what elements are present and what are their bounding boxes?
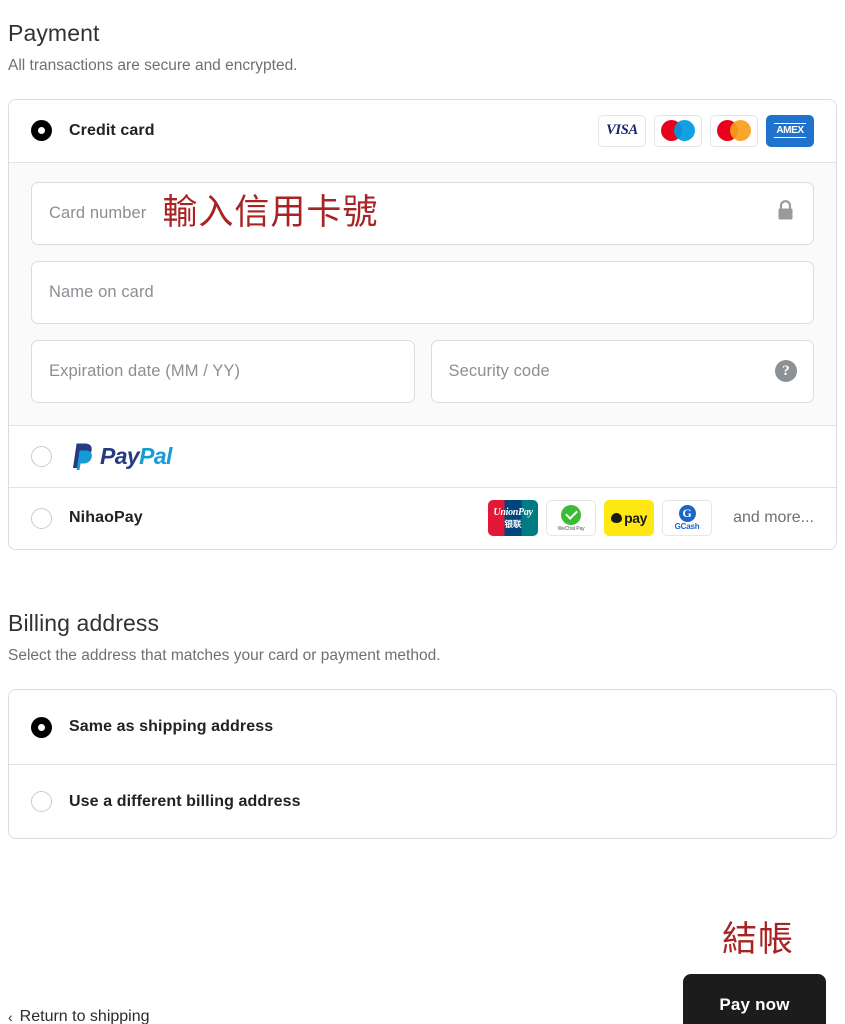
name-on-card-placeholder: Name on card (49, 282, 154, 301)
card-number-field[interactable]: Card number 輸入信用卡號 (31, 181, 814, 245)
security-code-field[interactable]: Security code ? (430, 339, 814, 403)
pay-now-button[interactable]: Pay now (683, 974, 826, 1024)
billing-option-label-different-address: Use a different billing address (69, 792, 301, 810)
checkout-footer: 結帳 Pay now ‹ Return to shipping (8, 923, 837, 1024)
billing-subtitle: Select the address that matches your car… (8, 646, 441, 664)
paypal-logo-pal: Pal (139, 442, 172, 469)
expiration-date-placeholder: Expiration date (MM / YY) (49, 361, 241, 380)
payment-heading-block: Payment All transactions are secure and … (8, 0, 837, 74)
radio-credit-card[interactable] (31, 120, 52, 141)
payment-option-credit-card[interactable]: Credit card VISA AMEX (9, 99, 836, 162)
radio-same-as-shipping[interactable] (31, 716, 52, 738)
lock-icon (776, 200, 795, 227)
help-icon[interactable]: ? (775, 360, 797, 382)
billing-address-card: Same as shipping address Use a different… (8, 689, 837, 839)
paypal-icon: PayPal (69, 441, 172, 471)
payment-option-label-nihaopay: NihaoPay (69, 509, 143, 526)
checkout-payment-page: Payment All transactions are secure and … (0, 0, 845, 1024)
expiration-date-field[interactable]: Expiration date (MM / YY) (31, 339, 415, 403)
amex-icon: AMEX (766, 114, 814, 147)
radio-nihaopay[interactable] (31, 507, 52, 529)
billing-heading-block: Billing address Select the address that … (8, 609, 837, 664)
kakaopay-icon: pay (604, 500, 655, 536)
and-more-label: and more... (733, 509, 814, 526)
name-on-card-field[interactable]: Name on card (31, 260, 814, 324)
page-title: Payment (8, 20, 100, 46)
mastercard-icon (710, 114, 758, 147)
return-to-shipping-link[interactable]: ‹ Return to shipping (8, 1008, 150, 1024)
credit-card-form: Card number 輸入信用卡號 Name on card Expirati… (9, 161, 836, 425)
radio-different-billing-address[interactable] (31, 791, 52, 812)
nihaopay-brand-badges: UnionPay 银联 WeChat Pay pay G GCash and m… (488, 500, 814, 536)
billing-option-label-same-as-shipping: Same as shipping address (69, 718, 274, 735)
chevron-left-icon: ‹ (8, 1009, 13, 1024)
payment-option-paypal[interactable]: PayPal (9, 424, 836, 487)
payment-option-nihaopay[interactable]: NihaoPay UnionPay 银联 WeChat Pay pay G GC… (9, 486, 836, 549)
annotation-card-number: 輸入信用卡號 (162, 192, 379, 233)
card-brand-badges: VISA AMEX (598, 114, 814, 147)
card-number-placeholder: Card number (49, 203, 147, 222)
wechatpay-icon: WeChat Pay (546, 500, 597, 536)
return-to-shipping-label: Return to shipping (19, 1008, 150, 1024)
payment-methods-card: Credit card VISA AMEX Card number 輸入信用卡號… (8, 98, 837, 550)
billing-title: Billing address (8, 609, 160, 636)
gcash-icon: G GCash (662, 500, 713, 536)
security-code-placeholder: Security code (448, 361, 550, 380)
billing-option-same-as-shipping[interactable]: Same as shipping address (9, 690, 836, 764)
expiry-security-row: Expiration date (MM / YY) Security code … (31, 339, 814, 403)
visa-icon: VISA (598, 114, 646, 147)
maestro-icon (654, 114, 702, 147)
unionpay-icon: UnionPay 银联 (488, 500, 539, 536)
radio-paypal[interactable] (31, 445, 52, 467)
paypal-logo-pay: Pay (100, 442, 140, 469)
billing-option-different-address[interactable]: Use a different billing address (9, 764, 836, 838)
payment-option-label-credit-card: Credit card (69, 121, 155, 139)
annotation-checkout: 結帳 (721, 920, 794, 960)
payment-subtitle: All transactions are secure and encrypte… (8, 57, 298, 74)
